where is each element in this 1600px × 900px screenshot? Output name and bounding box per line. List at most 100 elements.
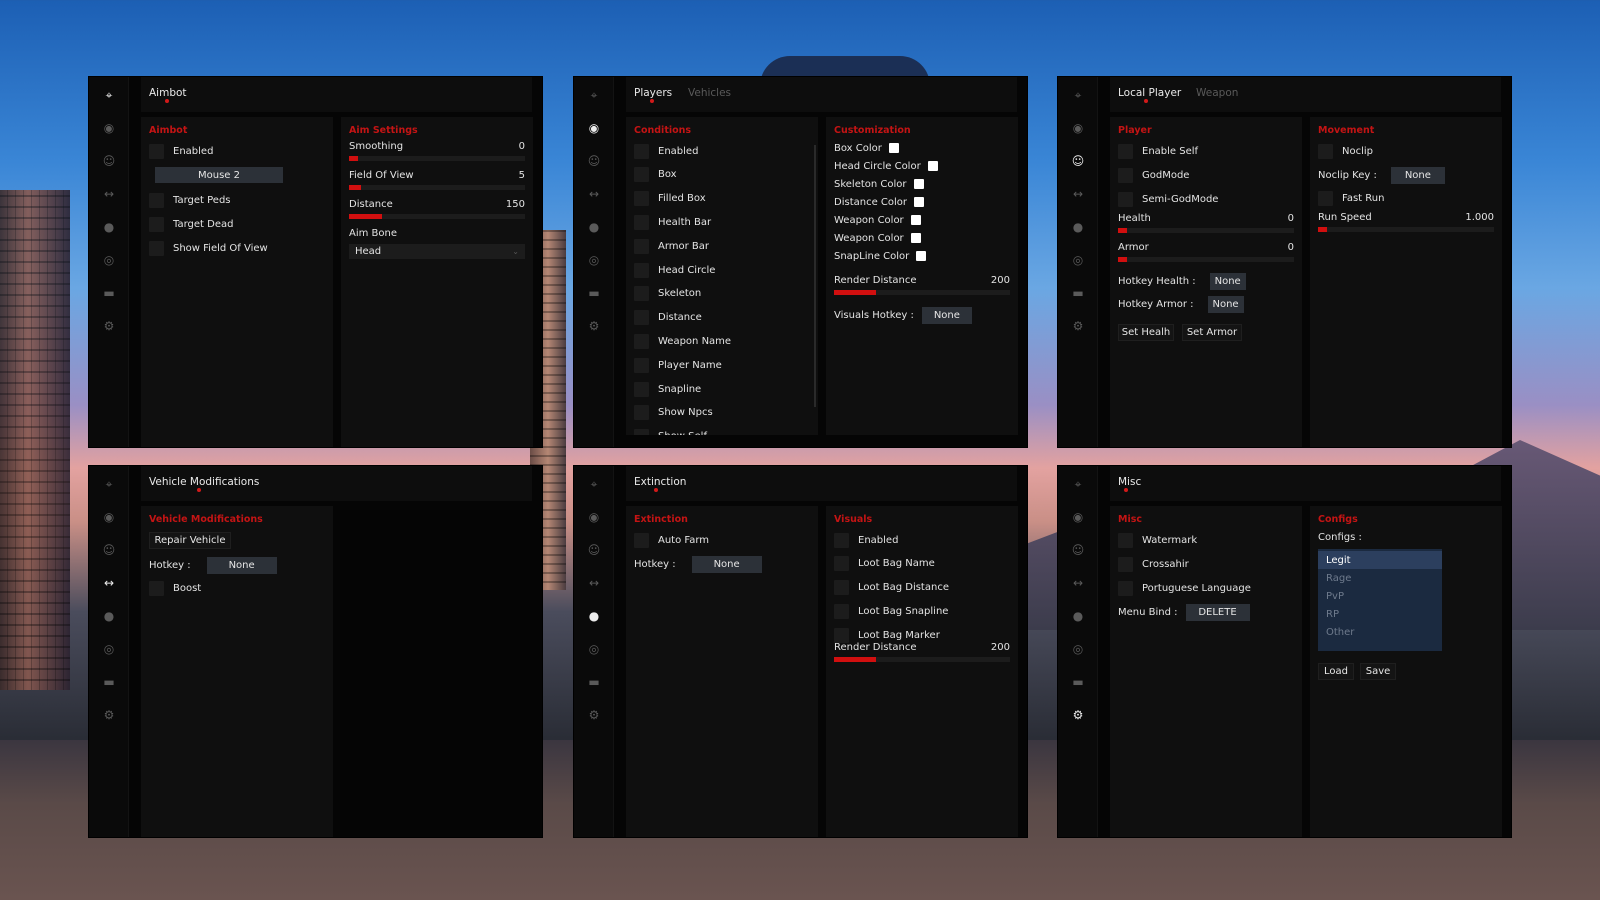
checkbox-box[interactable] — [1118, 580, 1133, 596]
crosshair-icon[interactable]: ⌖ — [584, 474, 604, 494]
checkbox-box[interactable] — [834, 532, 849, 548]
user-icon[interactable]: ☺ — [99, 151, 119, 171]
user-icon[interactable]: ☺ — [99, 540, 119, 560]
tab-vehicles[interactable]: Vehicles — [688, 87, 731, 99]
boost-checkbox[interactable]: Boost — [149, 579, 325, 597]
bomb-icon[interactable]: ● — [584, 217, 604, 237]
set-armor-button[interactable]: Set Armor — [1182, 324, 1242, 341]
checkbox-box[interactable] — [834, 580, 849, 596]
bomb-icon[interactable]: ● — [1068, 606, 1088, 626]
arrows-horizontal-icon[interactable]: ↔ — [1068, 184, 1088, 204]
distance-slider[interactable]: Distance 150 — [349, 199, 525, 219]
visuals-hotkey-button[interactable]: None — [921, 306, 972, 324]
checkbox-row[interactable]: Loot Bag Snapline — [834, 602, 1010, 620]
eye-icon[interactable]: ◉ — [1068, 118, 1088, 138]
fast-run-checkbox[interactable]: Fast Run — [1318, 189, 1494, 207]
color-swatch[interactable] — [888, 143, 899, 153]
checkbox-row[interactable]: Box — [634, 166, 810, 184]
checkbox-box[interactable] — [149, 240, 164, 256]
gear-icon[interactable]: ⚙ — [99, 316, 119, 336]
aimbot-key-button[interactable]: Mouse 2 — [155, 167, 283, 183]
tab-aimbot[interactable]: Aimbot — [149, 87, 187, 99]
slider-track[interactable] — [349, 214, 525, 219]
health-slider[interactable]: Health 0 — [1118, 213, 1294, 233]
hotkey-health-button[interactable]: None — [1209, 272, 1246, 290]
user-icon[interactable]: ☺ — [1068, 540, 1088, 560]
bomb-icon[interactable]: ● — [99, 217, 119, 237]
car-icon[interactable]: ▬ — [1068, 672, 1088, 692]
checkbox-box[interactable] — [149, 143, 164, 159]
target-dead-checkbox[interactable]: Target Dead — [149, 215, 325, 233]
arrows-horizontal-icon[interactable]: ↔ — [1068, 573, 1088, 593]
gear-icon[interactable]: ⚙ — [99, 705, 119, 725]
checkbox-box[interactable] — [1118, 556, 1133, 572]
tab-extinction[interactable]: Extinction — [634, 476, 686, 488]
eye-icon[interactable]: ◉ — [1068, 507, 1088, 527]
repair-vehicle-button[interactable]: Repair Vehicle — [149, 532, 231, 549]
config-list-item[interactable]: Rage — [1318, 569, 1442, 587]
bomb-icon[interactable]: ● — [1068, 217, 1088, 237]
enabled-checkbox[interactable]: Enabled — [149, 142, 325, 160]
checkbox-box[interactable] — [634, 333, 649, 349]
car-icon[interactable]: ▬ — [99, 283, 119, 303]
checkbox-box[interactable] — [634, 357, 649, 373]
car-icon[interactable]: ▬ — [584, 672, 604, 692]
slider-track[interactable] — [349, 156, 525, 161]
arrows-horizontal-icon[interactable]: ↔ — [584, 184, 604, 204]
color-swatch[interactable] — [910, 215, 921, 225]
checkbox-box[interactable] — [1318, 190, 1333, 206]
checkbox-box[interactable] — [149, 192, 164, 208]
crosshair-icon[interactable]: ⌖ — [584, 85, 604, 105]
gear-icon[interactable]: ⚙ — [1068, 705, 1088, 725]
eye-icon[interactable]: ◉ — [584, 507, 604, 527]
show-fov-checkbox[interactable]: Show Field Of View — [149, 239, 325, 257]
eye-icon[interactable]: ◉ — [584, 118, 604, 138]
checkbox-row[interactable]: Health Bar — [634, 213, 810, 231]
eye-icon[interactable]: ◉ — [99, 507, 119, 527]
color-swatch[interactable] — [914, 197, 925, 207]
checkbox-box[interactable] — [634, 143, 649, 159]
checkbox-box[interactable] — [634, 381, 649, 397]
checkbox-box[interactable] — [634, 532, 649, 548]
checkbox-row[interactable]: Enabled — [834, 531, 1010, 549]
smoothing-slider[interactable]: Smoothing 0 — [349, 141, 525, 161]
config-list-item[interactable]: RP — [1318, 605, 1442, 623]
auto-farm-checkbox[interactable]: Auto Farm — [634, 531, 810, 549]
checkbox-row[interactable]: Show Self — [634, 428, 810, 435]
configs-listbox[interactable]: Legit Rage PvP RP Other — [1318, 549, 1442, 651]
user-icon[interactable]: ☺ — [1068, 151, 1088, 171]
render-distance-slider[interactable]: Render Distance 200 — [834, 275, 1010, 295]
car-icon[interactable]: ▬ — [99, 672, 119, 692]
target-peds-checkbox[interactable]: Target Peds — [149, 191, 325, 209]
tab-misc[interactable]: Misc — [1118, 476, 1141, 488]
vehicle-hotkey-button[interactable]: None — [206, 556, 277, 574]
checkbox-box[interactable] — [634, 286, 649, 302]
color-swatch[interactable] — [913, 179, 924, 189]
checkbox-box[interactable] — [1118, 532, 1133, 548]
render-distance-slider[interactable]: Render Distance 200 — [834, 642, 1010, 662]
checkbox-box[interactable] — [1118, 191, 1133, 207]
checkbox-row[interactable]: Show Npcs — [634, 404, 810, 422]
fov-slider[interactable]: Field Of View 5 — [349, 170, 525, 190]
color-swatch[interactable] — [910, 233, 921, 243]
eye-icon[interactable]: ◉ — [99, 118, 119, 138]
gear-icon[interactable]: ⚙ — [584, 316, 604, 336]
save-button[interactable]: Save — [1360, 663, 1396, 680]
aim-bone-select[interactable]: Head ⌄ — [349, 244, 525, 259]
config-list-item[interactable]: Legit — [1318, 551, 1442, 569]
checkbox-box[interactable] — [634, 214, 649, 230]
checkbox-row[interactable]: Loot Bag Distance — [834, 579, 1010, 597]
scrollbar[interactable] — [814, 145, 816, 407]
checkbox-row[interactable]: Distance — [634, 309, 810, 327]
slider-track[interactable] — [1318, 227, 1494, 232]
checkbox-row[interactable]: Loot Bag Name — [834, 555, 1010, 573]
noclip-key-button[interactable]: None — [1390, 166, 1445, 184]
checkbox-box[interactable] — [634, 262, 649, 278]
checkbox-row[interactable]: Enabled — [634, 142, 810, 160]
slider-track[interactable] — [834, 290, 1010, 295]
checkbox-box[interactable] — [1118, 143, 1133, 159]
crosshair-icon[interactable]: ⌖ — [1068, 85, 1088, 105]
watermark-checkbox[interactable]: Watermark — [1118, 531, 1294, 549]
checkbox-row[interactable]: Head Circle — [634, 261, 810, 279]
portuguese-language-checkbox[interactable]: Portuguese Language — [1118, 579, 1294, 597]
